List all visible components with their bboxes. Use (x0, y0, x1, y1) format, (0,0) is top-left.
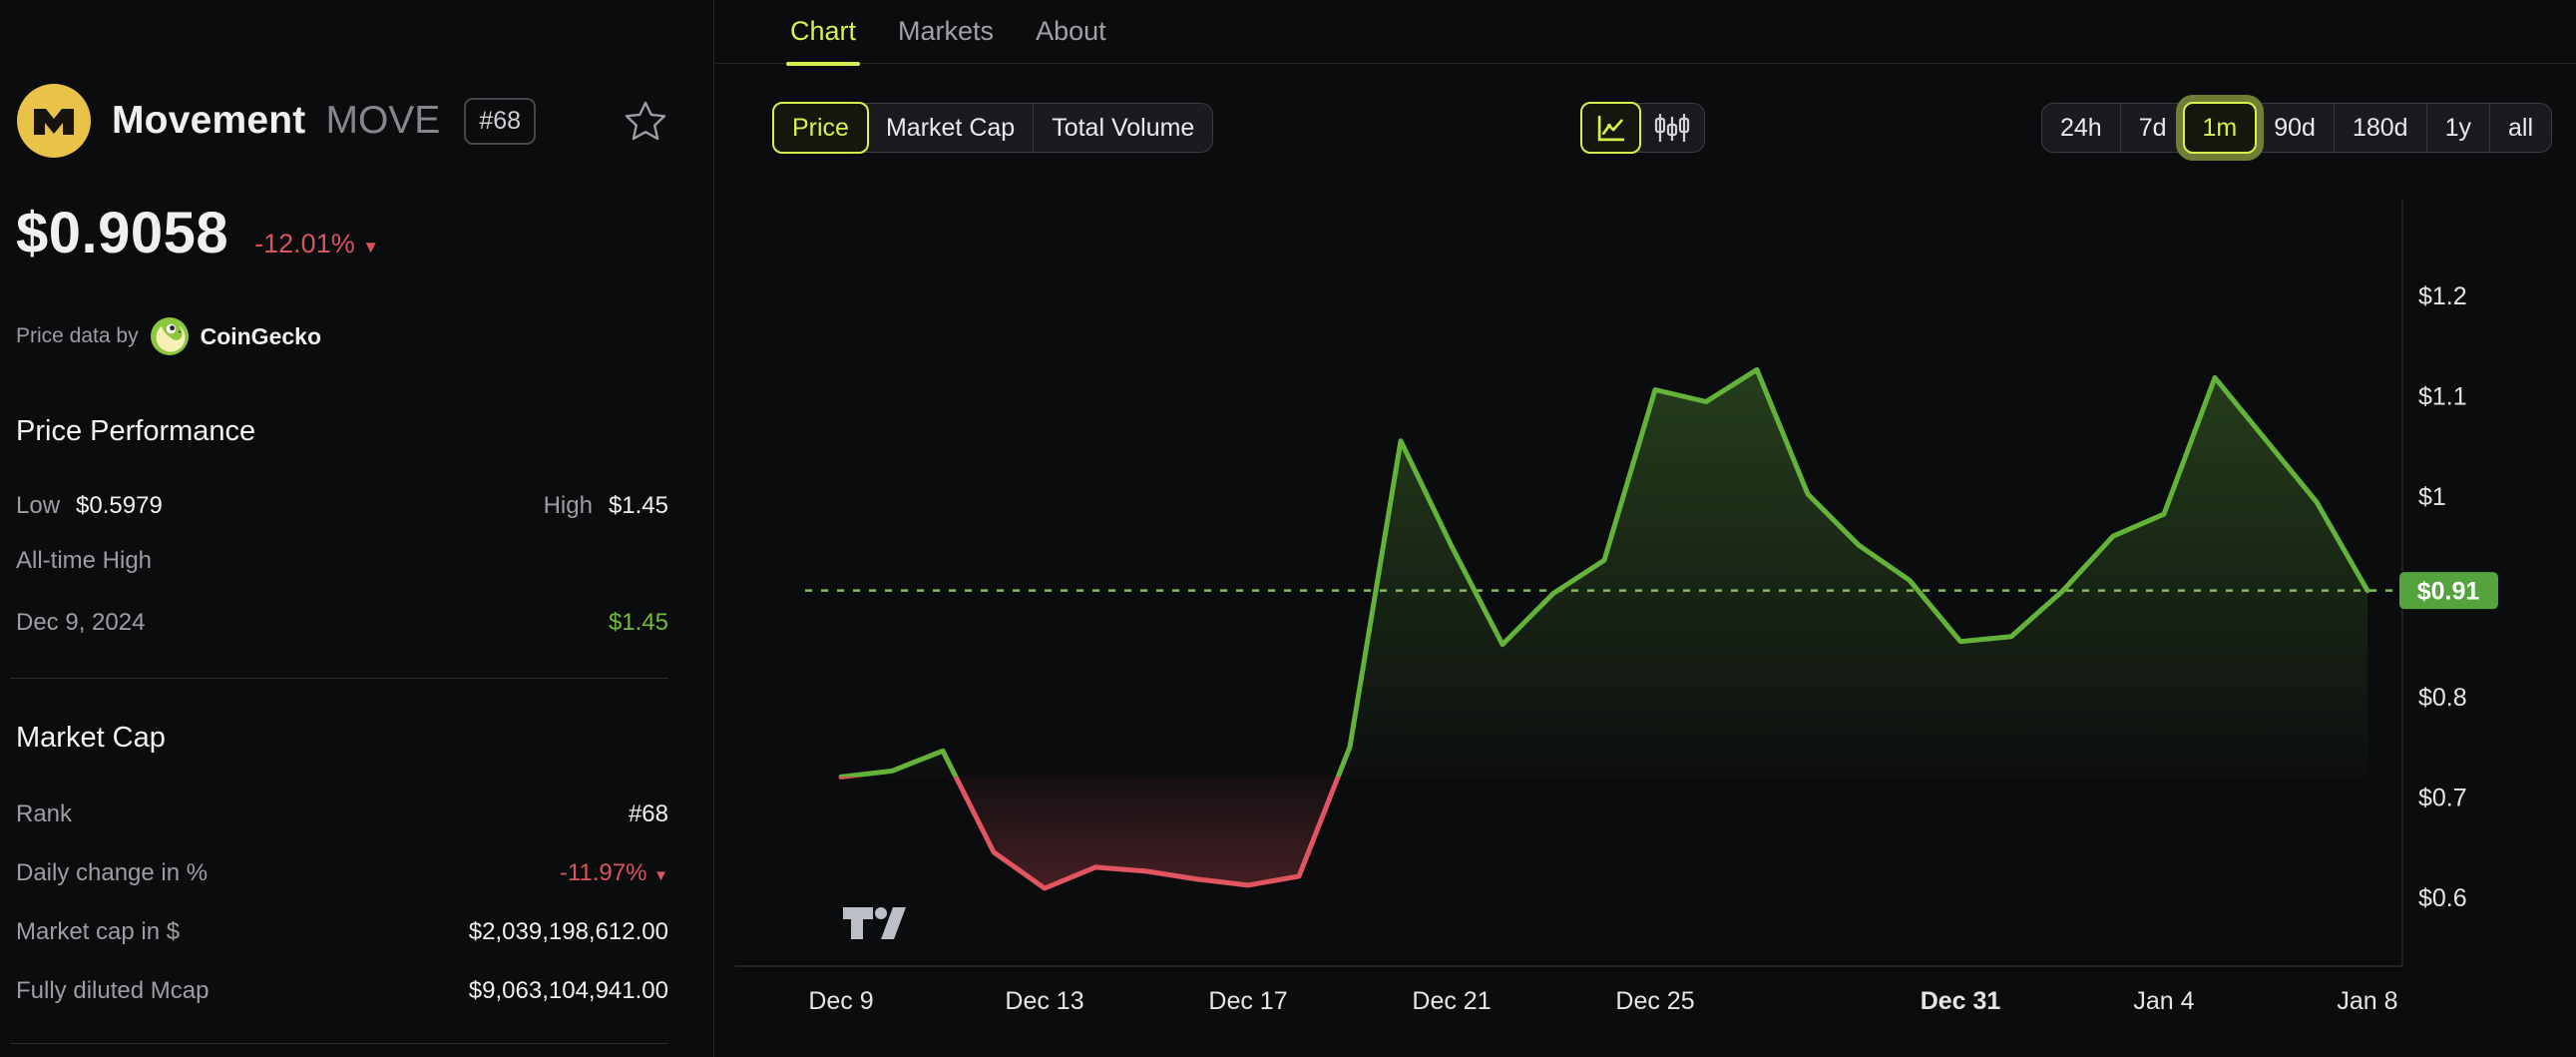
low-value: $0.5979 (76, 492, 163, 519)
x-tick-label: Dec 13 (1005, 987, 1083, 1015)
row-label: Daily change in % (16, 859, 209, 886)
y-tick-label: $0.8 (2418, 684, 2467, 712)
down-arrow-icon: ▼ (653, 867, 668, 884)
price-chart[interactable]: $1.2 $1.1 $1 $0.8 $0.7 $0.6 Dec 9 Dec 13 Dec 17 D… (715, 160, 2576, 1057)
tab-markets[interactable]: Markets (896, 0, 996, 64)
tradingview-logo[interactable] (843, 907, 906, 939)
attribution-label: Price data by (16, 324, 139, 347)
coingecko-logo-icon (150, 317, 189, 355)
row-value: -11.97% ▼ (559, 859, 668, 886)
coin-header: Movement MOVE #68 (16, 83, 668, 159)
x-tick-label: Dec 25 (1615, 987, 1694, 1015)
low-label: Low (16, 492, 61, 519)
range-24h-button[interactable]: 24h (2042, 104, 2120, 152)
favorite-star-button[interactable] (623, 98, 668, 144)
market-cap-row: Fully diluted Mcap $9,063,104,941.00 (16, 977, 668, 1005)
high-label: High (543, 492, 593, 519)
metric-volume-button[interactable]: Total Volume (1033, 104, 1212, 152)
sidebar-divider (10, 1043, 668, 1044)
x-tick-label: Dec 31 (1921, 987, 2001, 1015)
range-1m-button[interactable]: 1m (2182, 102, 2258, 154)
row-label: Fully diluted Mcap (16, 977, 210, 1004)
market-cap-row: Daily change in % -11.97% ▼ (16, 859, 668, 887)
line-chart-style-button[interactable] (1580, 102, 1641, 154)
range-7d-button[interactable]: 7d (2119, 104, 2185, 152)
market-cap-title: Market Cap (16, 722, 166, 754)
price-row: $0.9058 -12.01% ▼ (16, 200, 379, 266)
metric-price-button[interactable]: Price (772, 102, 869, 154)
ath-value: $1.45 (608, 609, 668, 636)
low-high-row: Low $0.5979 High $1.45 (16, 492, 668, 520)
x-tick-label: Dec 9 (808, 987, 873, 1015)
metric-toggle-group: Price Market Cap Total Volume (772, 102, 1214, 154)
candlestick-style-button[interactable] (1639, 104, 1704, 152)
range-all-button[interactable]: all (2488, 104, 2551, 152)
coin-widget: Movement MOVE #68 $0.9058 -12.01% ▼ Pric… (0, 0, 2576, 1057)
price-change: -12.01% ▼ (254, 229, 380, 259)
coin-name: Movement (112, 99, 306, 142)
row-label: Rank (16, 800, 73, 827)
sidebar-divider (10, 678, 668, 679)
down-arrow-icon: ▼ (362, 238, 380, 257)
row-value: #68 (628, 800, 668, 827)
line-chart-icon (1597, 115, 1625, 141)
price-performance-title: Price Performance (16, 415, 256, 447)
rank-badge: #68 (464, 97, 537, 145)
time-range-group: 24h 7d 1m 90d 180d 1y all (2040, 102, 2552, 154)
current-price-badge-label: $0.91 (2417, 578, 2480, 606)
x-tick-label: Jan 4 (2133, 987, 2194, 1015)
chart-style-toggle-group (1580, 102, 1705, 154)
y-tick-label: $1 (2418, 483, 2446, 511)
x-tick-label: Dec 17 (1208, 987, 1287, 1015)
high-value: $1.45 (608, 492, 668, 519)
row-label: Market cap in $ (16, 918, 181, 945)
tab-about[interactable]: About (1034, 0, 1108, 64)
coin-sidebar: Movement MOVE #68 $0.9058 -12.01% ▼ Pric… (0, 0, 714, 1057)
metric-marketcap-button[interactable]: Market Cap (866, 104, 1033, 152)
y-tick-label: $0.7 (2418, 785, 2467, 812)
movement-logo-icon (17, 84, 91, 158)
ath-row: Dec 9, 2024 $1.45 (16, 609, 668, 637)
range-90d-button[interactable]: 90d (2255, 104, 2334, 152)
ath-label: All-time High (16, 547, 153, 574)
candlestick-icon (1654, 114, 1690, 142)
range-180d-button[interactable]: 180d (2333, 104, 2426, 152)
coin-symbol: MOVE (325, 99, 441, 142)
data-attribution: Price data by CoinGecko (16, 315, 321, 357)
y-tick-label: $1.1 (2418, 383, 2467, 411)
baseline-price-chart: $1.2 $1.1 $1 $0.8 $0.7 $0.6 Dec 9 Dec 13 Dec 17 D… (735, 200, 2498, 1015)
x-tick-label: Dec 21 (1412, 987, 1491, 1015)
star-icon (625, 101, 666, 141)
y-tick-label: $0.6 (2418, 884, 2467, 912)
market-cap-row: Market cap in $ $2,039,198,612.00 (16, 918, 668, 946)
row-value: $2,039,198,612.00 (468, 918, 668, 945)
row-value: $9,063,104,941.00 (468, 977, 668, 1004)
tab-bar: Chart Markets About (715, 0, 2576, 66)
market-cap-row: Rank #68 (16, 800, 668, 828)
current-price: $0.9058 (16, 201, 229, 265)
chart-panel: Chart Markets About Price Market Cap Tot… (715, 0, 2576, 1057)
tab-chart[interactable]: Chart (785, 0, 861, 66)
ath-date: Dec 9, 2024 (16, 609, 146, 636)
attribution-provider[interactable]: CoinGecko (201, 323, 321, 350)
y-tick-label: $1.2 (2418, 282, 2467, 310)
x-tick-label: Jan 8 (2337, 987, 2397, 1015)
range-1y-button[interactable]: 1y (2425, 104, 2489, 152)
